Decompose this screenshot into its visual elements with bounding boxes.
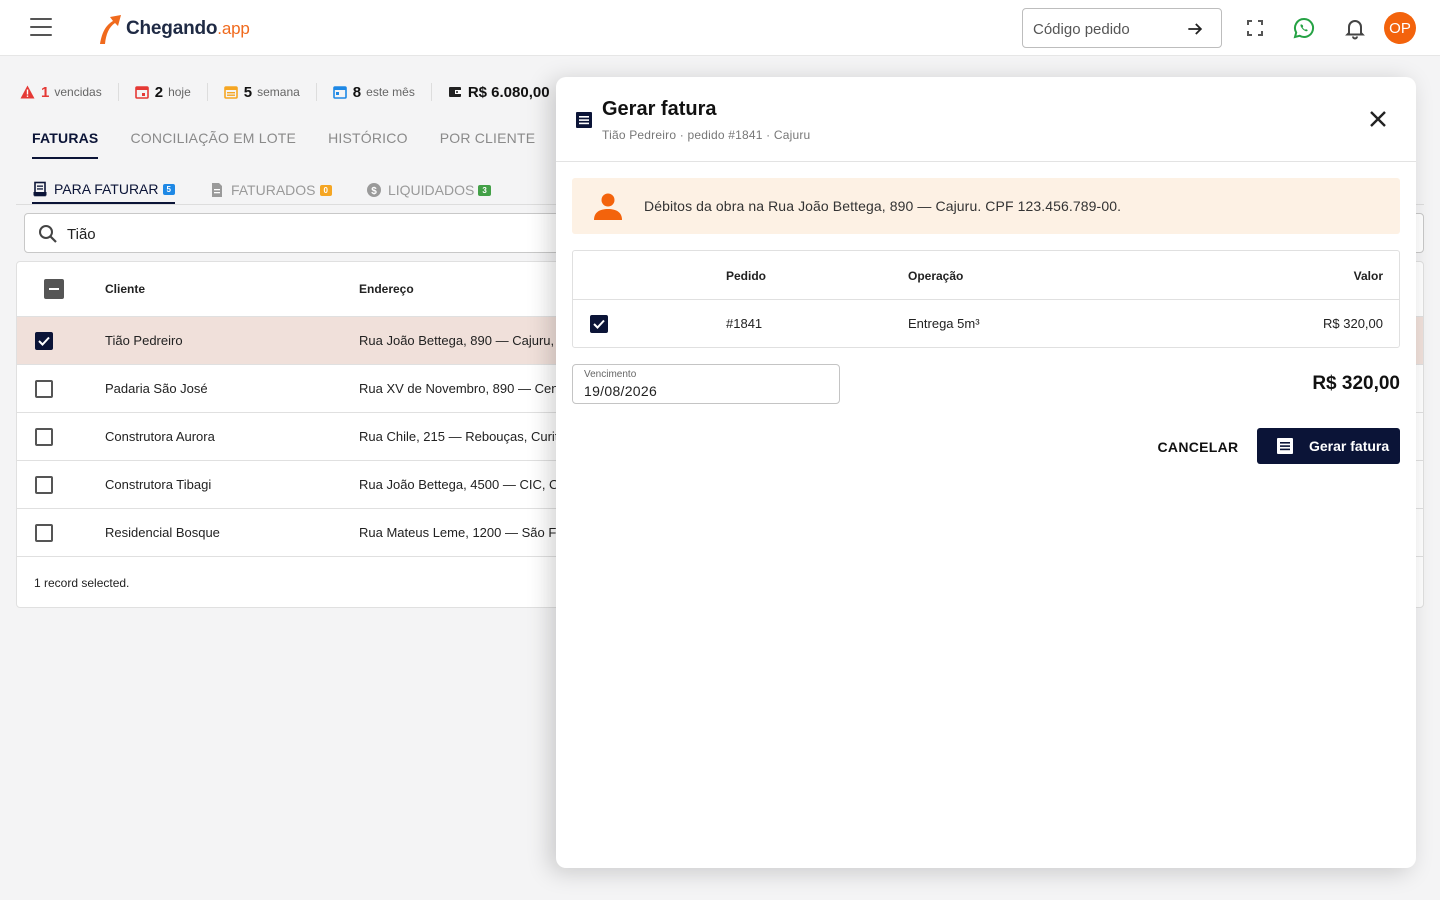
dialog-subtitle: Tião Pedreiro · pedido #1841 · Cajuru (602, 128, 811, 142)
stat-total-value: R$ 6.080,00 (467, 83, 550, 101)
stat-overdue[interactable]: 1 vencidas (20, 83, 119, 101)
stat-month[interactable]: 8 este mês (332, 83, 432, 101)
cell-endereco: Rua João Bettega, 890 — Cajuru, C (359, 333, 568, 348)
user-avatar[interactable]: OP (1384, 12, 1416, 44)
invoice-total: R$ 320,00 (1312, 373, 1400, 394)
stat-week-label: semana (257, 85, 300, 99)
wallet-icon (448, 87, 461, 97)
logo[interactable]: Chegando.app (96, 12, 250, 46)
main-tabs: FATURAS CONCILIAÇÃO EM LOTE HISTÓRICO PO… (32, 130, 567, 159)
column-header-pedido: Pedido (726, 269, 767, 283)
cell-valor: R$ 320,00 (1323, 316, 1383, 331)
stat-total: R$ 6.080,00 (448, 83, 566, 101)
arrow-right-icon[interactable] (1185, 19, 1205, 39)
due-date-label: Vencimento (584, 369, 637, 380)
coin-icon: $ (366, 183, 381, 197)
dialog-header: Gerar fatura Tião Pedreiro · pedido #184… (556, 77, 1416, 162)
receipt-icon (576, 112, 592, 128)
bell-icon[interactable] (1343, 16, 1367, 40)
stats-bar: 1 vencidas 2 hoje 5 semana 8 este mês R$… (20, 82, 582, 102)
subtab-label: FATURADOS (230, 182, 316, 198)
generate-invoice-label: Gerar fatura (1309, 438, 1390, 454)
cell-cliente: Tião Pedreiro (105, 333, 183, 348)
order-table: Pedido Operação Valor #1841 Entrega 5m³ … (572, 250, 1400, 348)
document-icon (211, 183, 222, 197)
due-date-input[interactable] (584, 382, 784, 400)
person-icon (594, 193, 622, 220)
receipt-icon (1277, 438, 1293, 454)
top-bar: Chegando.app OP (0, 0, 1440, 56)
row-checkbox[interactable] (35, 524, 53, 542)
cell-cliente: Construtora Tibagi (105, 477, 212, 492)
order-code-input[interactable] (1033, 18, 1173, 40)
calendar-icon (332, 86, 347, 99)
tab-conciliacao[interactable]: CONCILIAÇÃO EM LOTE (130, 130, 296, 159)
stat-today[interactable]: 2 hoje (134, 83, 208, 101)
cancel-button[interactable]: CANCELAR (1150, 429, 1246, 465)
count-badge: 5 (162, 183, 175, 195)
subtab-faturados[interactable]: FATURADOS 0 (209, 176, 332, 204)
subtab-label: LIQUIDADOS (387, 182, 475, 198)
selection-status: 1 record selected. (34, 576, 130, 590)
stat-today-label: hoje (168, 85, 191, 99)
stat-month-count: 8 (352, 83, 362, 101)
svg-text:$: $ (371, 186, 377, 197)
dialog-title: Gerar fatura (602, 98, 717, 120)
table-row[interactable]: #1841 Entrega 5m³ R$ 320,00 (573, 299, 1399, 347)
search-icon (39, 225, 57, 243)
stat-overdue-label: vencidas (54, 85, 102, 99)
row-checkbox[interactable] (35, 428, 53, 446)
receipt-icon (33, 181, 47, 197)
row-checkbox[interactable] (35, 332, 53, 350)
stat-week[interactable]: 5 semana (223, 83, 317, 101)
calendar-icon (223, 86, 238, 99)
info-banner-text: Débitos da obra na Rua João Bettega, 890… (644, 198, 1122, 214)
tab-por-cliente[interactable]: POR CLIENTE (440, 130, 536, 159)
column-header-valor: Valor (1353, 269, 1383, 283)
row-checkbox[interactable] (590, 315, 608, 333)
subtab-liquidados[interactable]: $ LIQUIDADOS 3 (366, 176, 491, 204)
order-code-field[interactable] (1022, 8, 1222, 48)
generate-invoice-button[interactable]: Gerar fatura (1257, 428, 1400, 464)
close-icon[interactable] (1368, 109, 1388, 129)
warning-icon (20, 85, 35, 99)
count-badge: 0 (319, 184, 332, 196)
cell-cliente: Residencial Bosque (105, 525, 220, 540)
sub-tabs: PARA FATURAR 5 FATURADOS 0 $ LIQUIDADOS … (32, 176, 525, 204)
cell-endereco: Rua João Bettega, 4500 — CIC, Cu (359, 477, 566, 492)
fullscreen-icon[interactable] (1243, 16, 1267, 40)
subtab-label: PARA FATURAR (54, 181, 159, 197)
due-date-field[interactable]: Vencimento (572, 364, 840, 404)
row-checkbox[interactable] (35, 476, 53, 494)
cell-endereco: Rua Chile, 215 — Rebouças, Curitib (359, 429, 569, 444)
invoice-dialog: Gerar fatura Tião Pedreiro · pedido #184… (556, 77, 1416, 868)
search-input[interactable] (67, 224, 367, 244)
cell-operacao: Entrega 5m³ (908, 316, 980, 331)
column-header-endereco[interactable]: Endereço (359, 282, 414, 296)
calendar-icon (134, 86, 149, 99)
cell-endereco: Rua XV de Novembro, 890 — Centr (359, 381, 567, 396)
cell-pedido: #1841 (726, 316, 763, 331)
tab-historico[interactable]: HISTÓRICO (328, 130, 408, 159)
logo-arrow-icon (100, 15, 121, 44)
stat-overdue-count: 1 (41, 83, 50, 101)
menu-icon[interactable] (30, 18, 52, 36)
logo-text: Chegando.app (126, 18, 250, 39)
column-header-operacao: Operação (908, 269, 964, 283)
stat-today-count: 2 (154, 83, 164, 101)
cell-cliente: Padaria São José (105, 381, 208, 396)
stat-week-count: 5 (243, 83, 253, 101)
info-banner: Débitos da obra na Rua João Bettega, 890… (572, 178, 1400, 234)
row-checkbox[interactable] (35, 380, 53, 398)
stat-month-label: este mês (366, 85, 415, 99)
select-all-checkbox[interactable] (44, 279, 64, 299)
count-badge: 3 (478, 184, 491, 196)
whatsapp-icon[interactable] (1292, 16, 1316, 40)
column-header-cliente[interactable]: Cliente (105, 282, 145, 296)
tab-faturas[interactable]: FATURAS (32, 130, 99, 159)
cell-endereco: Rua Mateus Leme, 1200 — São Fra (359, 525, 568, 540)
subtab-para-faturar[interactable]: PARA FATURAR 5 (32, 176, 175, 204)
cell-cliente: Construtora Aurora (105, 429, 215, 444)
